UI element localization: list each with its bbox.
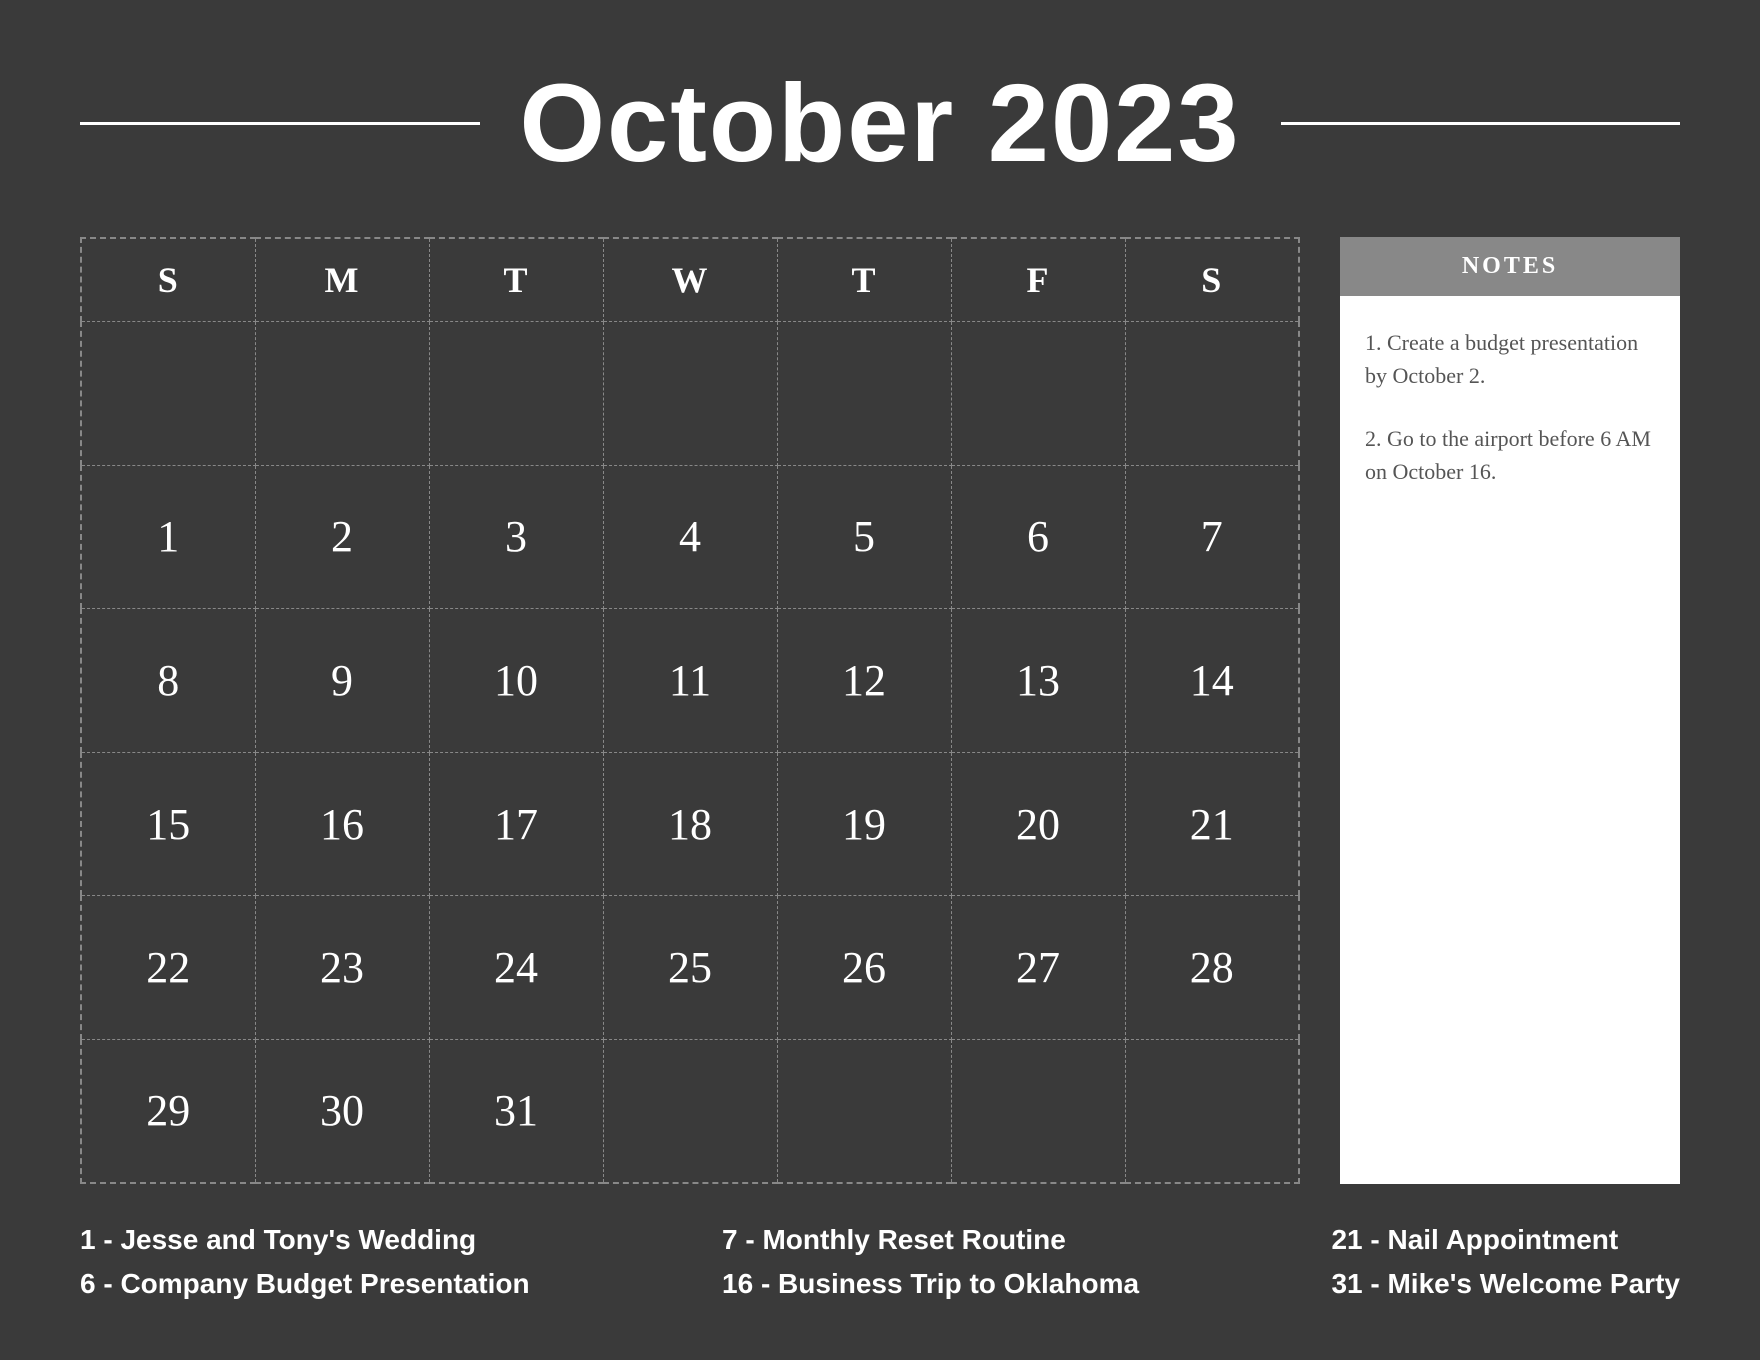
day-header-sun: S <box>81 238 255 322</box>
calendar-week-5: 22232425262728 <box>81 896 1299 1040</box>
day-cell-16: 16 <box>255 752 429 896</box>
day-cell-7: 7 <box>1125 465 1299 609</box>
event-1: 1 - Jesse and Tony's Wedding <box>80 1224 530 1256</box>
calendar-week-2: 1234567 <box>81 465 1299 609</box>
day-cell-10: 10 <box>429 609 603 753</box>
day-cell-empty <box>255 322 429 466</box>
calendar-grid: S M T W T F S 12345678910111213141516171… <box>80 237 1300 1184</box>
day-cell-13: 13 <box>951 609 1125 753</box>
day-cell-26: 26 <box>777 896 951 1040</box>
day-cell-28: 28 <box>1125 896 1299 1040</box>
event-3: 7 - Monthly Reset Routine <box>722 1224 1139 1256</box>
page: October 2023 S M T W T F S <box>0 0 1760 1360</box>
event-6: 31 - Mike's Welcome Party <box>1331 1268 1680 1300</box>
day-cell-30: 30 <box>255 1039 429 1183</box>
day-cell-15: 15 <box>81 752 255 896</box>
day-cell-empty <box>777 322 951 466</box>
event-4: 16 - Business Trip to Oklahoma <box>722 1268 1139 1300</box>
day-cell-empty <box>951 1039 1125 1183</box>
day-cell-22: 22 <box>81 896 255 1040</box>
calendar-week-1 <box>81 322 1299 466</box>
day-cell-empty <box>603 322 777 466</box>
day-cell-14: 14 <box>1125 609 1299 753</box>
events-footer: 1 - Jesse and Tony's Wedding 6 - Company… <box>80 1224 1680 1300</box>
days-header-row: S M T W T F S <box>81 238 1299 322</box>
day-cell-17: 17 <box>429 752 603 896</box>
day-header-sat: S <box>1125 238 1299 322</box>
day-cell-empty <box>777 1039 951 1183</box>
header-line-left <box>80 122 480 125</box>
day-cell-5: 5 <box>777 465 951 609</box>
events-column-3: 21 - Nail Appointment 31 - Mike's Welcom… <box>1331 1224 1680 1300</box>
page-title: October 2023 <box>520 60 1241 187</box>
day-cell-29: 29 <box>81 1039 255 1183</box>
notes-section: NOTES 1. Create a budget presentation by… <box>1340 237 1680 1184</box>
day-cell-18: 18 <box>603 752 777 896</box>
day-cell-empty <box>603 1039 777 1183</box>
day-header-fri: F <box>951 238 1125 322</box>
event-2: 6 - Company Budget Presentation <box>80 1268 530 1300</box>
calendar-week-4: 15161718192021 <box>81 752 1299 896</box>
day-cell-8: 8 <box>81 609 255 753</box>
day-header-thu: T <box>777 238 951 322</box>
note-item-2: 2. Go to the airport before 6 AM on Octo… <box>1365 422 1655 488</box>
header-line-right <box>1281 122 1681 125</box>
day-cell-31: 31 <box>429 1039 603 1183</box>
day-cell-24: 24 <box>429 896 603 1040</box>
day-cell-3: 3 <box>429 465 603 609</box>
day-cell-27: 27 <box>951 896 1125 1040</box>
day-cell-23: 23 <box>255 896 429 1040</box>
day-cell-2: 2 <box>255 465 429 609</box>
day-cell-12: 12 <box>777 609 951 753</box>
calendar-week-3: 891011121314 <box>81 609 1299 753</box>
day-header-tue: T <box>429 238 603 322</box>
day-header-wed: W <box>603 238 777 322</box>
event-5: 21 - Nail Appointment <box>1331 1224 1680 1256</box>
day-cell-1: 1 <box>81 465 255 609</box>
day-cell-21: 21 <box>1125 752 1299 896</box>
events-column-2: 7 - Monthly Reset Routine 16 - Business … <box>722 1224 1139 1300</box>
events-column-1: 1 - Jesse and Tony's Wedding 6 - Company… <box>80 1224 530 1300</box>
day-cell-empty <box>429 322 603 466</box>
day-cell-empty <box>81 322 255 466</box>
day-cell-19: 19 <box>777 752 951 896</box>
day-cell-empty <box>951 322 1125 466</box>
day-cell-4: 4 <box>603 465 777 609</box>
day-cell-6: 6 <box>951 465 1125 609</box>
header: October 2023 <box>80 60 1680 187</box>
day-cell-25: 25 <box>603 896 777 1040</box>
day-header-mon: M <box>255 238 429 322</box>
day-cell-empty <box>1125 322 1299 466</box>
day-cell-empty <box>1125 1039 1299 1183</box>
day-cell-9: 9 <box>255 609 429 753</box>
notes-body: 1. Create a budget presentation by Octob… <box>1340 296 1680 1184</box>
day-cell-11: 11 <box>603 609 777 753</box>
day-cell-20: 20 <box>951 752 1125 896</box>
calendar-section: S M T W T F S 12345678910111213141516171… <box>80 237 1300 1184</box>
main-content: S M T W T F S 12345678910111213141516171… <box>80 237 1680 1184</box>
note-item-1: 1. Create a budget presentation by Octob… <box>1365 326 1655 392</box>
calendar-week-6: 293031 <box>81 1039 1299 1183</box>
calendar-body: 1234567891011121314151617181920212223242… <box>81 322 1299 1184</box>
notes-header: NOTES <box>1340 237 1680 296</box>
